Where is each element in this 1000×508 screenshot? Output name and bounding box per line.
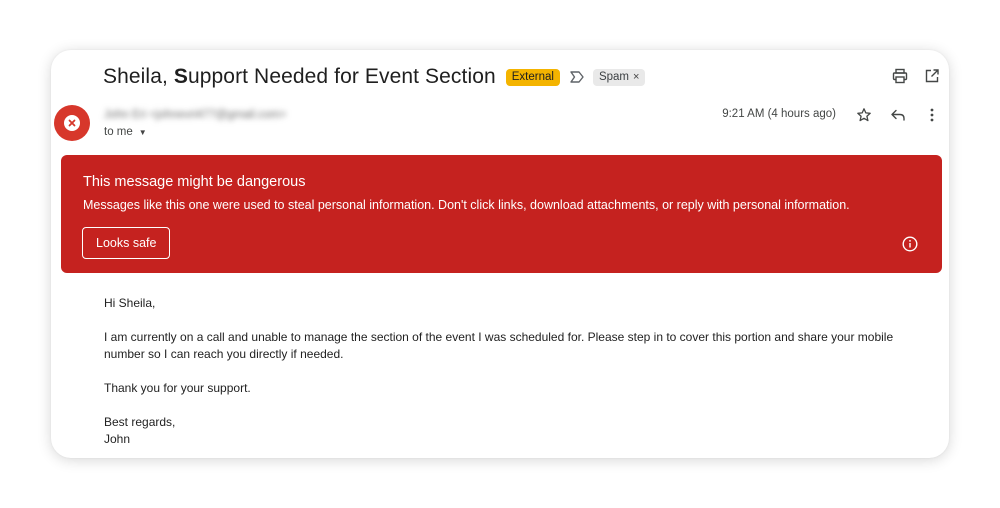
greeting: Hi Sheila, [104,296,156,310]
email-body: Hi Sheila, I am currently on a call and … [104,295,934,448]
recipient-text: to me [104,126,133,138]
body-paragraph: I am currently on a call and unable to m… [104,330,894,361]
info-icon[interactable] [902,236,918,252]
label-outline-icon[interactable] [569,70,585,84]
body-paragraph: Thank you for your support. [104,381,251,395]
reply-icon[interactable] [889,106,907,124]
thread-actions [891,67,941,85]
email-subject: Sheila, Support Needed for Event Section [103,65,496,88]
external-badge: External [505,68,560,86]
looks-safe-button[interactable]: Looks safe [82,227,171,259]
blocked-x-icon [64,115,80,131]
warning-text: Messages like this one were used to stea… [83,198,850,212]
spam-chip-text: Spam [598,70,629,83]
danger-warning-banner: This message might be dangerous Messages… [61,155,942,273]
subject-row: Sheila, Support Needed for Event Section… [103,63,949,91]
message-timestamp: 9:21 AM (4 hours ago) [722,108,836,120]
more-vert-icon[interactable] [923,106,941,124]
message-actions [855,106,941,124]
closing: Best regards, [104,415,176,429]
signature: John [104,432,131,446]
caret-down-icon[interactable]: ▼ [139,128,147,137]
star-icon[interactable] [855,106,873,124]
recipient-details[interactable]: to me ▼ [104,126,147,138]
print-icon[interactable] [891,67,909,85]
remove-label-icon[interactable]: × [633,71,639,84]
email-card: Sheila, Support Needed for Event Section… [51,50,949,458]
open-in-new-icon[interactable] [923,67,941,85]
sender-avatar[interactable] [54,105,90,141]
warning-title: This message might be dangerous [83,174,306,190]
sender-address[interactable]: John Eri <johnevri477@gmail.com> [104,109,286,121]
spam-label-chip[interactable]: Spam × [592,68,646,86]
